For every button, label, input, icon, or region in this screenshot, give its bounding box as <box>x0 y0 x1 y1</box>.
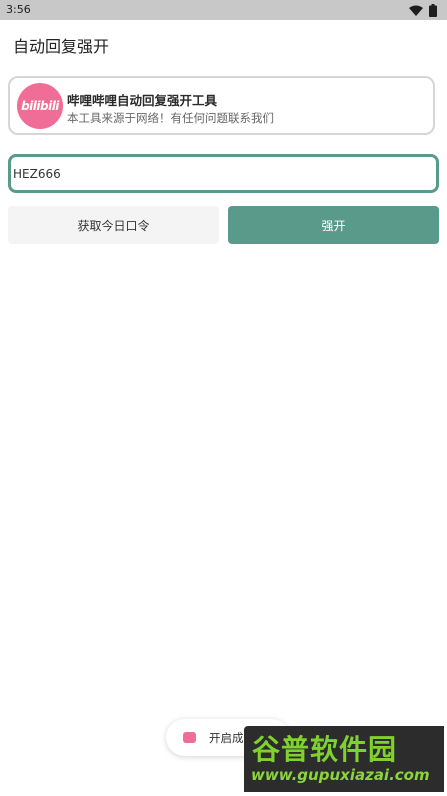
card-subtitle: 本工具来源于网络！有任何问题联系我们 <box>67 111 274 125</box>
code-input[interactable] <box>8 154 439 193</box>
logo-text: bilibili <box>21 99 59 113</box>
card-title: 哔哩哔哩自动回复强开工具 <box>67 93 218 108</box>
battery-icon <box>429 3 437 17</box>
status-bar: 3:56 <box>0 0 447 20</box>
tool-info-card: bilibili 哔哩哔哩自动回复强开工具 本工具来源于网络！有任何问题联系我们 <box>8 76 435 135</box>
app-screen: 3:56 自动回复强开 bilibili 哔哩哔哩自动回复强开工具 本工具来源于… <box>0 0 447 796</box>
bilibili-logo: bilibili <box>17 83 63 129</box>
force-open-button[interactable]: 强开 <box>228 206 439 244</box>
watermark-title: 谷普软件园 <box>252 733 398 766</box>
status-time: 3:56 <box>6 3 31 16</box>
watermark-url: www.gupuxiazai.com <box>251 766 430 784</box>
watermark-logo: 谷普软件园 www.gupuxiazai.com <box>244 726 444 792</box>
bilibili-app-icon <box>183 732 196 743</box>
app-bar: 自动回复强开 <box>0 20 447 66</box>
page-title: 自动回复强开 <box>13 37 110 56</box>
get-daily-code-button[interactable]: 获取今日口令 <box>8 206 219 244</box>
wifi-icon <box>409 5 423 16</box>
status-icons <box>409 3 437 17</box>
